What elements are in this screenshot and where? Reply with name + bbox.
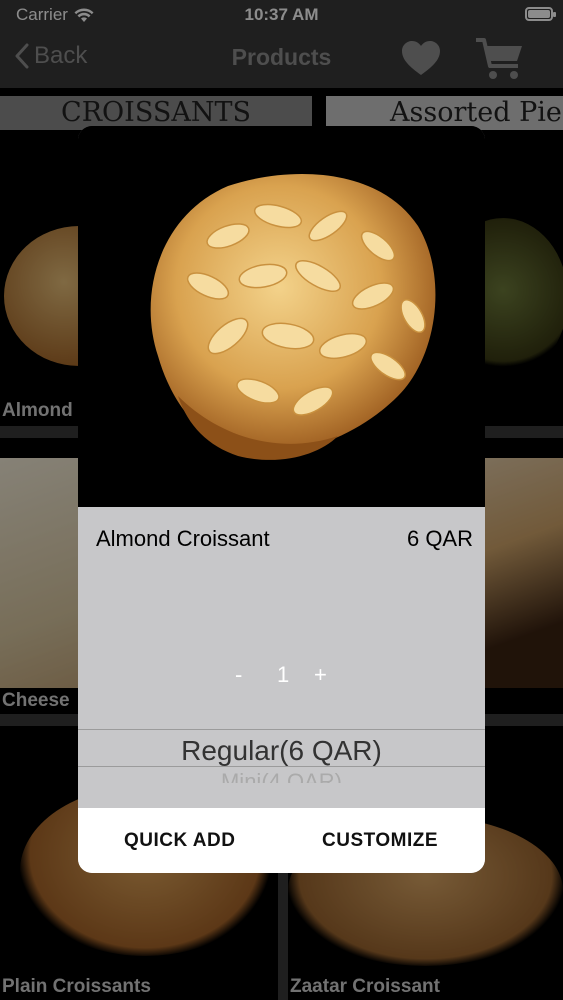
product-name: Almond Croissant — [96, 526, 270, 551]
size-picker[interactable]: Regular(6 QAR) Mini(4 QAR) — [78, 729, 485, 805]
modal-actions: QUICK ADD CUSTOMIZE — [78, 808, 485, 873]
quantity-value: 1 — [277, 662, 290, 687]
customize-button[interactable]: CUSTOMIZE — [322, 808, 438, 873]
product-detail-modal: Almond Croissant 6 QAR - 1 + Regular(6 Q… — [78, 126, 485, 873]
size-option-selected[interactable]: Regular(6 QAR) — [78, 735, 485, 767]
product-photo — [78, 126, 485, 507]
increase-quantity-button[interactable]: + — [314, 662, 327, 688]
picker-divider-top — [78, 729, 485, 730]
product-price: 6 QAR — [406, 526, 473, 551]
quick-add-button[interactable]: QUICK ADD — [124, 808, 235, 873]
size-option-next[interactable]: Mini(4 QAR) — [78, 769, 485, 783]
picker-divider-bottom — [78, 766, 485, 767]
decrease-quantity-button[interactable]: - — [235, 662, 242, 688]
quantity-stepper: - 1 + — [78, 662, 485, 690]
